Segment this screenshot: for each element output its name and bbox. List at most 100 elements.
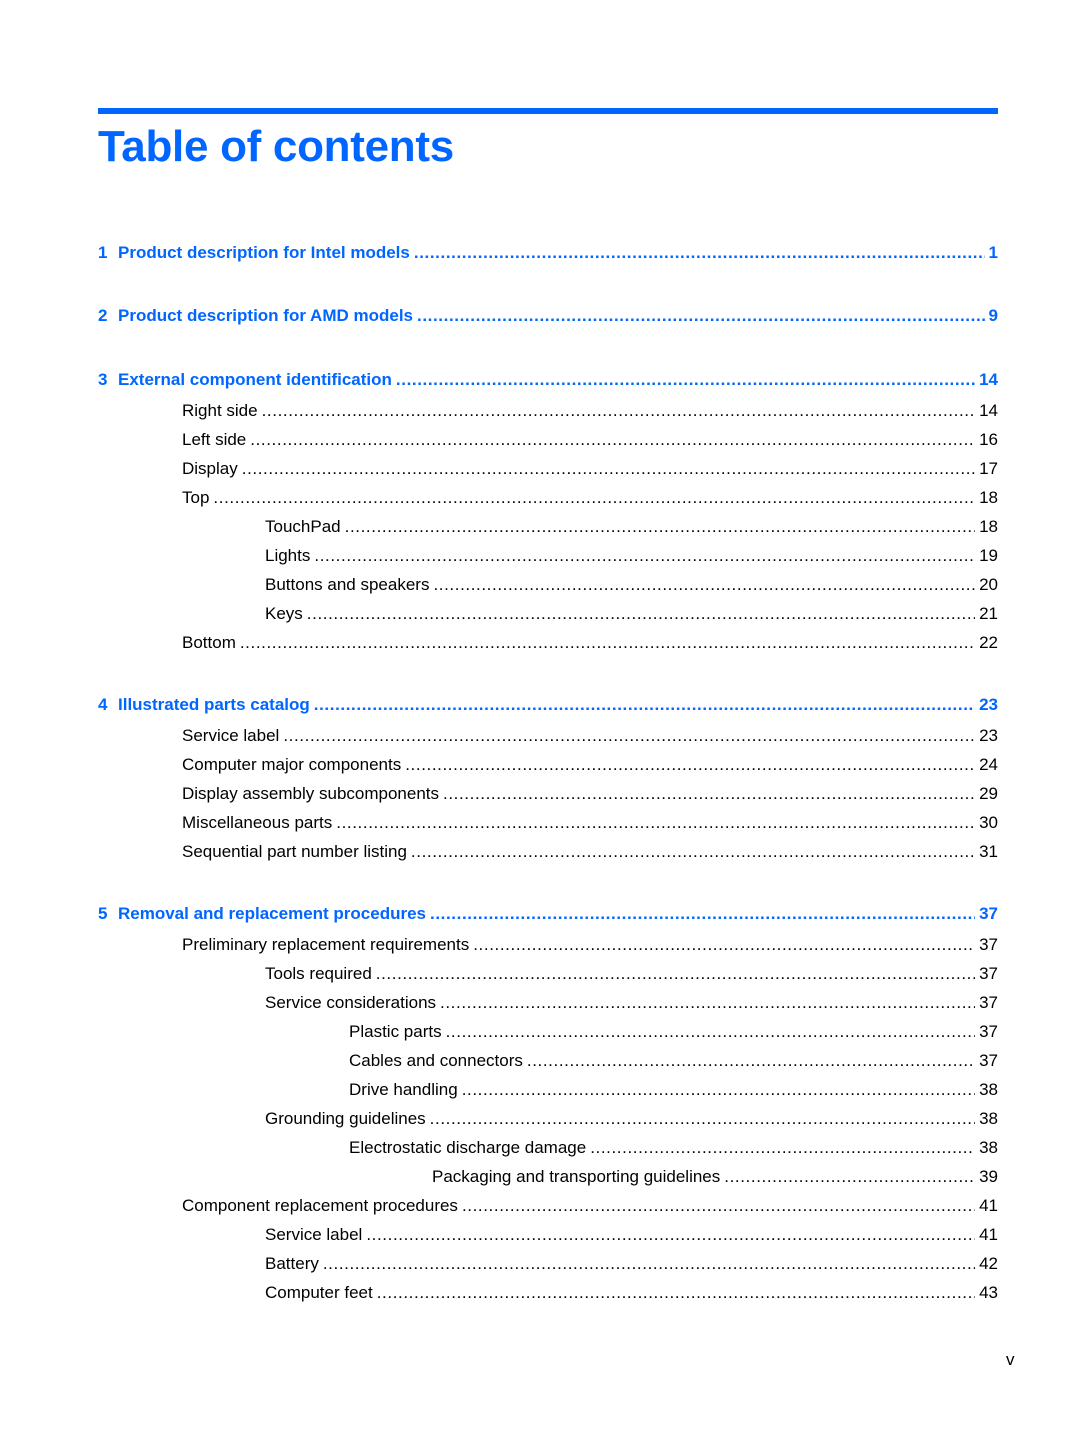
toc-page-number: 31 <box>979 842 998 861</box>
toc-page-number: 18 <box>979 488 998 507</box>
toc-page-number: 37 <box>979 993 998 1012</box>
title-rule <box>98 108 998 114</box>
toc-entry-label: Electrostatic discharge damage <box>349 1138 587 1157</box>
toc-page-number: 17 <box>979 459 998 478</box>
toc-page-number: 29 <box>979 784 998 803</box>
toc-section-link[interactable]: Computer major components 24 <box>98 754 998 776</box>
toc-chapter-link[interactable]: 2 Product description for AMD models 9 <box>98 305 998 327</box>
dot-leader <box>396 369 975 391</box>
toc-page-number: 42 <box>979 1254 998 1273</box>
toc-section-link[interactable]: Lights 19 <box>98 545 998 567</box>
toc-entry-label: Bottom <box>182 633 236 652</box>
toc-section-link[interactable]: Top 18 <box>98 487 998 509</box>
dot-leader <box>527 1050 975 1072</box>
toc-entry-label: 5 Removal and replacement procedures <box>98 903 430 925</box>
dot-leader <box>462 1195 975 1217</box>
toc-section-link[interactable]: Service considerations 37 <box>98 992 998 1014</box>
toc-entry-label: Computer major components <box>182 755 402 774</box>
toc-section-link[interactable]: Computer feet 43 <box>98 1282 998 1304</box>
toc-section-link[interactable]: Component replacement procedures 41 <box>98 1195 998 1217</box>
toc-section-link[interactable]: Plastic parts 37 <box>98 1021 998 1043</box>
toc-entry-label: Drive handling <box>349 1080 458 1099</box>
toc-chapter-link[interactable]: 4 Illustrated parts catalog 23 <box>98 694 998 716</box>
toc-page-number: 38 <box>979 1109 998 1128</box>
toc-page-number: 23 <box>979 726 998 745</box>
toc-section-link[interactable]: Bottom 22 <box>98 632 998 654</box>
toc-page-number: 9 <box>988 306 998 325</box>
toc-page-number: 30 <box>979 813 998 832</box>
dot-leader <box>443 783 975 805</box>
dot-leader <box>345 516 975 538</box>
toc-entry-label: Service label <box>182 726 280 745</box>
chapter-title: Removal and replacement procedures <box>118 904 427 923</box>
toc-entry-label: Preliminary replacement requirements <box>182 935 470 954</box>
toc-entry-label: Computer feet <box>265 1283 373 1302</box>
toc-section-link[interactable]: Right side 14 <box>98 400 998 422</box>
toc-section-link[interactable]: Battery 42 <box>98 1253 998 1275</box>
toc-section-link[interactable]: Cables and connectors 37 <box>98 1050 998 1072</box>
toc-page-number: 37 <box>979 964 998 983</box>
toc-page-number: 22 <box>979 633 998 652</box>
toc-section-link[interactable]: Packaging and transporting guidelines 39 <box>98 1166 998 1188</box>
toc-entry-label: Display <box>182 459 238 478</box>
toc-entry-label: Service considerations <box>265 993 437 1012</box>
chapter-title: Product description for AMD models <box>118 306 414 325</box>
dot-leader <box>366 1224 975 1246</box>
toc-page-number: 38 <box>979 1080 998 1099</box>
toc-entry-label: Service label <box>265 1225 363 1244</box>
toc-entry-label: 4 Illustrated parts catalog <box>98 694 314 716</box>
toc-section-link[interactable]: Buttons and speakers 20 <box>98 574 998 596</box>
dot-leader <box>417 305 985 327</box>
dot-leader <box>377 1282 975 1304</box>
toc-section-link[interactable]: Service label 41 <box>98 1224 998 1246</box>
toc-section-link[interactable]: Keys 21 <box>98 603 998 625</box>
toc-section-link[interactable]: Drive handling 38 <box>98 1079 998 1101</box>
toc-chapter-link[interactable]: 1 Product description for Intel models 1 <box>98 242 998 264</box>
dot-leader <box>314 694 975 716</box>
toc-section-link[interactable]: TouchPad 18 <box>98 516 998 538</box>
chapter-number: 5 <box>98 904 108 923</box>
toc-section-link[interactable]: Display 17 <box>98 458 998 480</box>
dot-leader <box>307 603 975 625</box>
toc-entry-label: Plastic parts <box>349 1022 442 1041</box>
toc-section-link[interactable]: Sequential part number listing 31 <box>98 841 998 863</box>
toc-section-link[interactable]: Preliminary replacement requirements 37 <box>98 934 998 956</box>
dot-leader <box>724 1166 975 1188</box>
toc-page-number: 39 <box>979 1167 998 1186</box>
toc-entry-label: Keys <box>265 604 303 623</box>
toc-entry-label: Component replacement procedures <box>182 1196 458 1215</box>
dot-leader <box>430 903 975 925</box>
toc-entry-label: Left side <box>182 430 247 449</box>
toc-entry-label: TouchPad <box>265 517 341 536</box>
dot-leader <box>323 1253 975 1275</box>
toc-chapter-link[interactable]: 3 External component identification 14 <box>98 369 998 391</box>
chapter-title: Product description for Intel models <box>118 243 410 262</box>
toc-page-number: 14 <box>979 401 998 420</box>
dot-leader <box>405 754 975 776</box>
toc-page-number: 37 <box>979 935 998 954</box>
toc-section-link[interactable]: Tools required 37 <box>98 963 998 985</box>
dot-leader <box>414 242 985 264</box>
dot-leader <box>240 632 975 654</box>
toc-entry-label: Battery <box>265 1254 319 1273</box>
toc-entry-label: 2 Product description for AMD models <box>98 305 417 327</box>
dot-leader <box>242 458 975 480</box>
page-title: Table of contents <box>98 122 454 171</box>
chapter-title: External component identification <box>118 370 392 389</box>
toc-section-link[interactable]: Left side 16 <box>98 429 998 451</box>
dot-leader <box>213 487 975 509</box>
dot-leader <box>430 1108 975 1130</box>
dot-leader <box>590 1137 975 1159</box>
toc-entry-label: Cables and connectors <box>349 1051 523 1070</box>
chapter-number: 3 <box>98 370 108 389</box>
toc-section-link[interactable]: Service label 23 <box>98 725 998 747</box>
toc-section-link[interactable]: Grounding guidelines 38 <box>98 1108 998 1130</box>
toc-section-link[interactable]: Miscellaneous parts 30 <box>98 812 998 834</box>
dot-leader <box>411 841 975 863</box>
toc-entry-label: Sequential part number listing <box>182 842 407 861</box>
toc-entry-label: 1 Product description for Intel models <box>98 242 414 264</box>
toc-section-link[interactable]: Electrostatic discharge damage 38 <box>98 1137 998 1159</box>
dot-leader <box>336 812 975 834</box>
toc-section-link[interactable]: Display assembly subcomponents 29 <box>98 783 998 805</box>
toc-chapter-link[interactable]: 5 Removal and replacement procedures 37 <box>98 903 998 925</box>
